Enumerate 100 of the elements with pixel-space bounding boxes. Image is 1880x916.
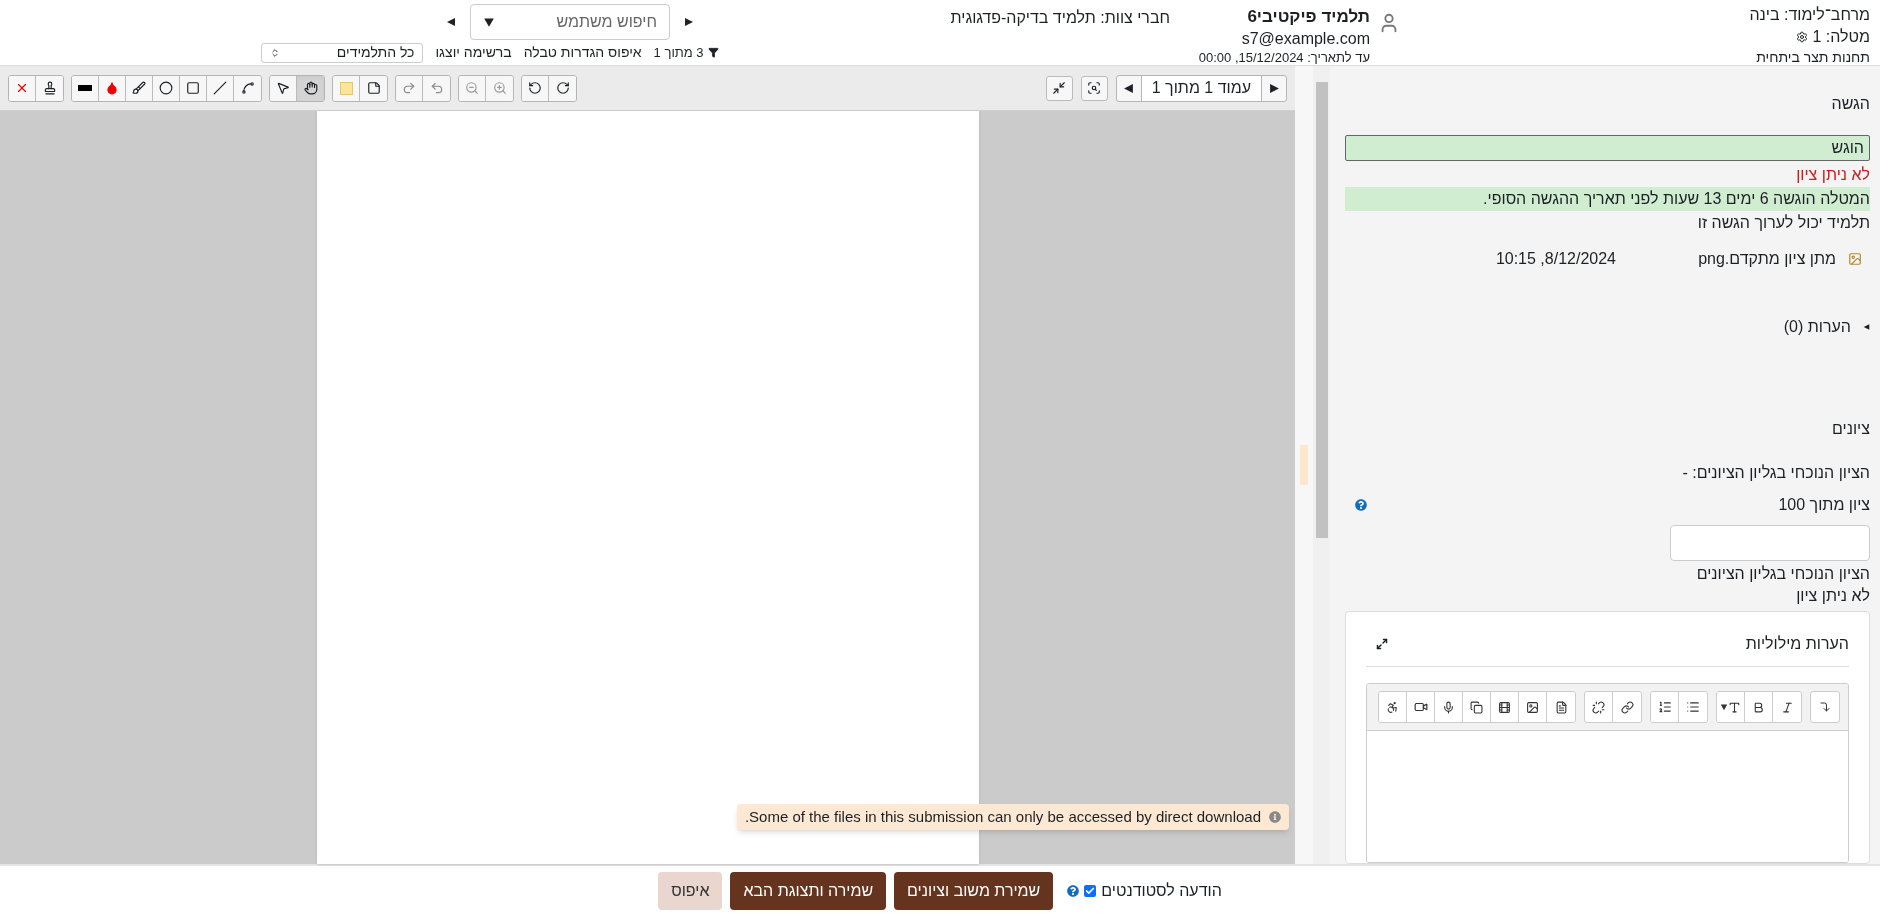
student-email: s7@example.com <box>1240 29 1370 49</box>
accessibility-icon <box>1386 700 1399 714</box>
form-button[interactable]: איפוס <box>658 872 723 910</box>
more-tools-button[interactable] <box>1810 691 1840 723</box>
page-select[interactable]: עמוד 1 מתוך 1 <box>1140 75 1262 101</box>
scribble-button[interactable] <box>234 75 261 101</box>
grading-status: לא ניתן ציון <box>1795 165 1870 185</box>
ordered-list-button[interactable] <box>1651 692 1679 722</box>
image-button[interactable] <box>1519 692 1547 722</box>
document-icon <box>1554 700 1568 714</box>
fullscreen-icon[interactable] <box>1376 638 1388 650</box>
line-width-button[interactable] <box>72 75 99 101</box>
pan-tool-button[interactable] <box>297 75 324 101</box>
select-tool-button[interactable] <box>270 75 297 101</box>
gradebook-label: הציון הנוכחי בגליון הציונים <box>1695 564 1870 584</box>
student-name[interactable]: תלמיד פיקטיבי6 <box>1198 6 1370 28</box>
scribble-icon <box>240 81 255 95</box>
notify-label: הודעה לסטודנטים <box>1101 881 1222 901</box>
copy-button[interactable] <box>1463 692 1491 722</box>
file-link[interactable]: מתן ציון מתקדם.png <box>1616 247 1836 271</box>
select-tool-icon <box>276 81 290 95</box>
breadcrumb-text: תחנות תצר ביתחית <box>1755 48 1870 66</box>
microphone-button[interactable] <box>1435 692 1463 722</box>
edit-permission: תלמיד יכול לערוך הגשה זו <box>1696 213 1870 233</box>
scrollbar[interactable] <box>1313 66 1330 864</box>
media-button[interactable] <box>1491 692 1519 722</box>
due-date: עד לתאריך: 15/12/2024, 00:00 <box>1198 50 1370 66</box>
settings-icon[interactable] <box>1796 31 1809 43</box>
delete-icon <box>15 81 29 95</box>
accessibility-button[interactable] <box>1379 692 1407 722</box>
pen-button[interactable] <box>126 75 153 101</box>
reset-table-link[interactable]: איפוס הגדרות טבלה <box>523 42 642 63</box>
italic-button[interactable] <box>1773 692 1801 722</box>
rotate-left-icon <box>528 81 542 95</box>
resize-handle[interactable] <box>1300 445 1308 485</box>
submission-heading: הגשה <box>1830 94 1870 114</box>
redo-button[interactable] <box>396 75 423 101</box>
font-style-button[interactable] <box>1717 692 1745 722</box>
grade-input[interactable] <box>1670 525 1870 561</box>
copy-icon <box>1470 700 1483 714</box>
assignment-label: מטלה: 1 <box>1812 27 1870 47</box>
stamp-icon <box>42 81 57 95</box>
comment-button[interactable] <box>360 75 387 101</box>
students-select[interactable]: כל התלמידים <box>261 42 424 63</box>
form-button[interactable]: שמירה ותצוגת הבא <box>730 872 887 910</box>
media-icon <box>1498 700 1511 714</box>
note-color-icon <box>339 81 353 95</box>
document-button[interactable] <box>1547 692 1575 722</box>
course-label: מרחב־לימוד: בינה <box>1748 5 1870 25</box>
grade-heading: ציונים <box>1831 419 1870 439</box>
undo-button[interactable] <box>423 75 450 101</box>
line-width-icon <box>78 85 92 91</box>
current-grade: הציון הנוכחי בגליון הציונים: - <box>1681 463 1870 483</box>
oval-button[interactable] <box>153 75 180 101</box>
info-icon <box>1269 811 1281 823</box>
notice-text: Some of the files in this submission can only be accessed by direct download. <box>744 806 1261 827</box>
zoom-in-icon <box>492 81 507 95</box>
note-color-button[interactable] <box>333 75 360 101</box>
search-icon <box>1087 81 1102 95</box>
show-label: ברשימה יוצגו <box>435 43 512 62</box>
pan-tool-icon <box>303 81 318 95</box>
color-icon <box>105 81 119 95</box>
letter-icon <box>1728 700 1741 714</box>
bullet-list-button[interactable] <box>1679 692 1707 722</box>
stamp-button[interactable] <box>36 75 63 101</box>
search-button[interactable] <box>1080 75 1108 101</box>
grade-label: ציון מתוך 100 <box>1778 495 1870 515</box>
ordered-list-icon <box>1657 700 1672 714</box>
form-button[interactable]: שמירת משוב וציונים <box>894 872 1054 910</box>
video-button[interactable] <box>1407 692 1435 722</box>
bold-button[interactable] <box>1745 692 1773 722</box>
filter-icon[interactable] <box>707 47 719 58</box>
oval-icon <box>159 81 173 95</box>
unlink-icon <box>1592 700 1605 714</box>
dropdown-caret-icon <box>483 16 495 28</box>
help-icon[interactable] <box>1067 885 1080 897</box>
pen-icon <box>132 81 146 95</box>
undo-icon <box>429 81 444 95</box>
collapse-button[interactable] <box>1045 75 1073 101</box>
color-button[interactable] <box>99 75 126 101</box>
delete-button[interactable] <box>9 75 36 101</box>
rectangle-icon <box>186 81 200 95</box>
notify-checkbox[interactable] <box>1084 885 1097 897</box>
caret-icon <box>1720 703 1728 711</box>
rotate-right-button[interactable] <box>549 75 576 101</box>
comment-icon <box>366 81 381 95</box>
user-search-field[interactable]: חיפוש משתמש <box>470 4 670 40</box>
unlink-button[interactable] <box>1585 692 1613 722</box>
help-icon[interactable] <box>1355 499 1367 511</box>
comments-toggle[interactable]: הערות (0) <box>1783 315 1870 339</box>
bold-icon <box>1752 700 1765 714</box>
rectangle-button[interactable] <box>180 75 207 101</box>
next-page-icon <box>1268 82 1280 94</box>
rotate-left-button[interactable] <box>522 75 549 101</box>
rotate-right-icon <box>555 81 570 95</box>
link-button[interactable] <box>1613 692 1641 722</box>
link-icon <box>1620 700 1634 714</box>
previous-page-icon <box>1123 82 1135 94</box>
submission-status: הוגש <box>1345 135 1870 161</box>
file-date: 8/12/2024, 10:15 <box>1495 249 1616 269</box>
